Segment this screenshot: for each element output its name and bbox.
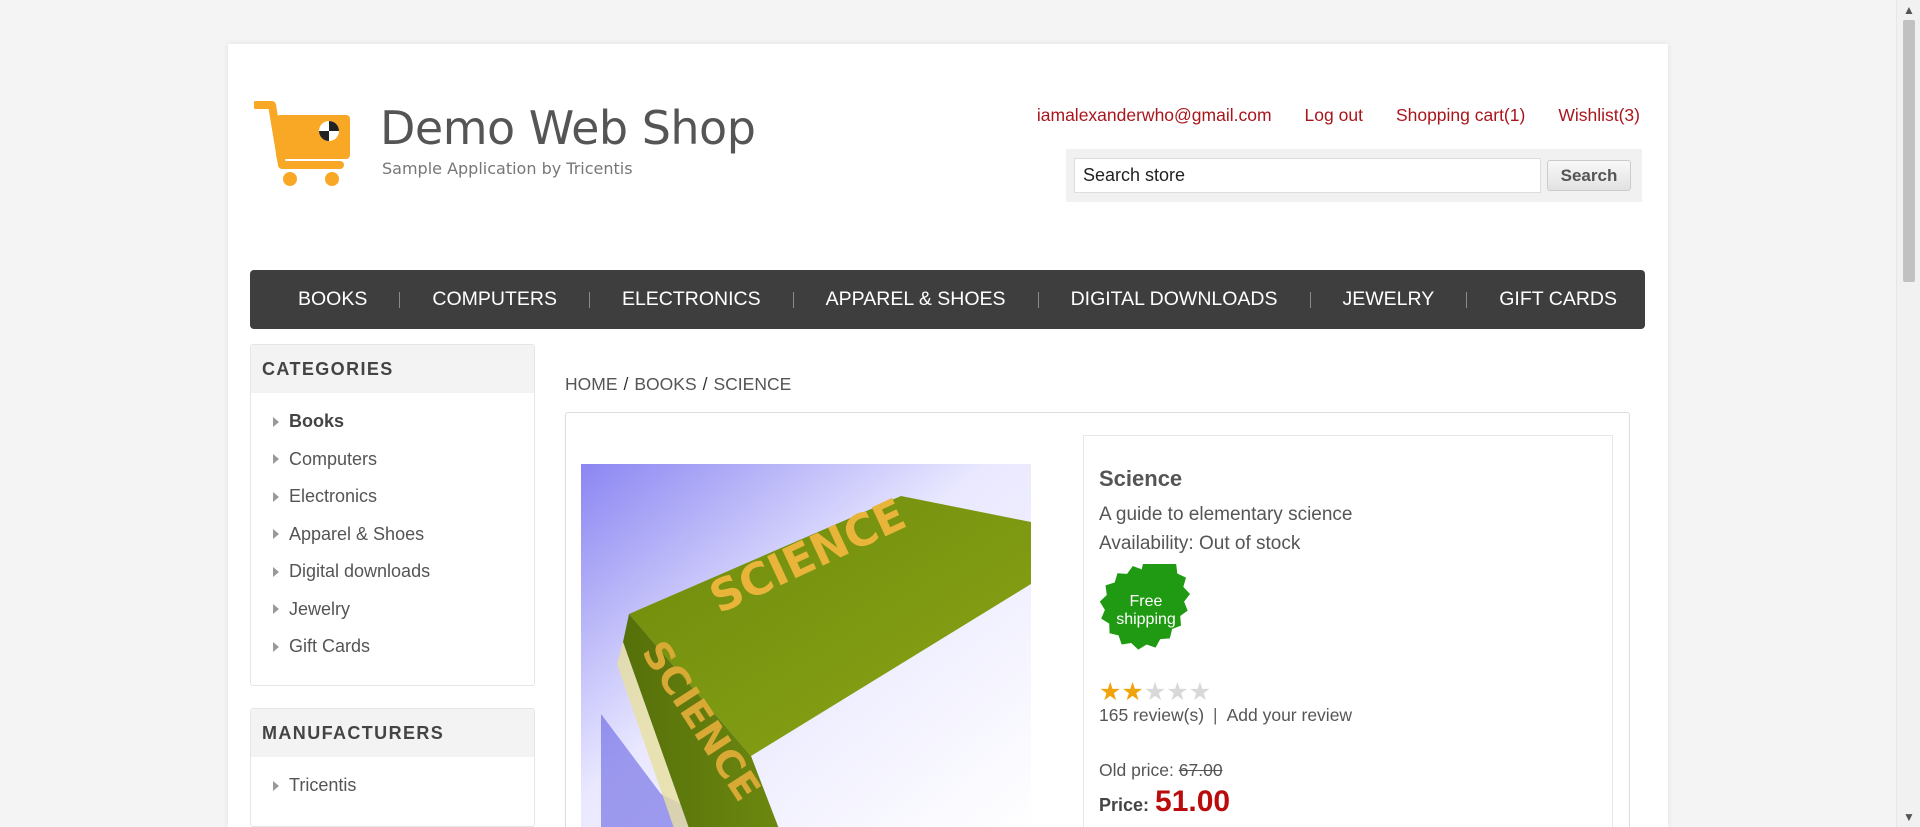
old-price-value: 67.00 — [1178, 760, 1223, 780]
menu-item-digital-downloads[interactable]: DIGITAL DOWNLOADS — [1049, 288, 1300, 311]
reviews-count-link[interactable]: 165 review(s) — [1099, 705, 1204, 726]
logo-subtitle: Sample Application by Tricentis — [382, 159, 633, 178]
shopping-cart-logo-icon — [254, 101, 350, 186]
breadcrumb-books[interactable]: BOOKS — [634, 374, 696, 395]
product-short-description: A guide to elementary science — [1099, 504, 1353, 525]
category-item-jewelry[interactable]: Jewelry — [251, 591, 534, 629]
old-price-label: Old price: — [1099, 760, 1174, 780]
review-links: 165 review(s) | Add your review — [1099, 705, 1597, 726]
menu-item-books[interactable]: BOOKS — [276, 288, 389, 311]
category-item-gift-cards[interactable]: Gift Cards — [251, 628, 534, 666]
menu-item-electronics[interactable]: ELECTRONICS — [600, 288, 783, 311]
logout-link[interactable]: Log out — [1305, 105, 1363, 126]
product-image[interactable]: SCIENCE SCIENCE — [581, 464, 1031, 827]
triangle-right-icon — [273, 416, 279, 427]
triangle-right-icon — [273, 604, 279, 615]
category-item-computers[interactable]: Computers — [251, 441, 534, 479]
menu-divider — [1309, 291, 1311, 308]
triangle-right-icon — [273, 566, 279, 577]
wishlist-link[interactable]: Wishlist(3) — [1558, 105, 1640, 126]
triangle-right-icon — [273, 454, 279, 465]
category-item-digital-downloads[interactable]: Digital downloads — [251, 553, 534, 591]
categories-block: CATEGORIES Books Computers Electronics A… — [250, 344, 535, 686]
manufacturer-item-tricentis[interactable]: Tricentis — [251, 767, 534, 805]
review-separator: | — [1213, 705, 1218, 725]
page-container: Demo Web Shop Sample Application by Tric… — [228, 44, 1668, 827]
free-shipping-badge: Free shipping — [1099, 551, 1193, 658]
breadcrumb-separator: / — [702, 374, 708, 394]
manufacturers-title: MANUFACTURERS — [251, 709, 534, 757]
menu-item-apparel-shoes[interactable]: APPAREL & SHOES — [804, 288, 1028, 311]
triangle-right-icon — [273, 491, 279, 502]
old-price: Old price: 67.00 — [1099, 760, 1597, 781]
page-scrollbar[interactable]: ▲ ▼ — [1896, 0, 1920, 827]
account-link[interactable]: iamalexanderwho@gmail.com — [1037, 105, 1272, 126]
site-logo[interactable]: Demo Web Shop Sample Application by Tric… — [254, 101, 756, 187]
product-overview: Science A guide to elementary science Av… — [1083, 435, 1613, 827]
search-box: Search — [1066, 149, 1642, 202]
scroll-down-arrow-icon[interactable]: ▼ — [1897, 807, 1920, 827]
breadcrumb-separator: / — [623, 374, 629, 394]
category-item-electronics[interactable]: Electronics — [251, 478, 534, 516]
product-price: Price: 51.00 — [1099, 785, 1597, 819]
menu-divider — [588, 291, 590, 308]
scroll-up-arrow-icon[interactable]: ▲ — [1897, 0, 1920, 20]
star-filled-icon: ★ — [1121, 678, 1144, 706]
triangle-right-icon — [273, 641, 279, 652]
scrollbar-thumb[interactable] — [1903, 20, 1915, 282]
top-menu: BOOKS COMPUTERS ELECTRONICS APPAREL & SH… — [250, 270, 1645, 329]
free-shipping-label: Free shipping — [1116, 593, 1176, 628]
product-rating: ★ ★ ★ ★ ★ — [1099, 678, 1597, 706]
menu-divider — [1037, 291, 1039, 308]
menu-item-gift-cards[interactable]: GIFT CARDS — [1477, 288, 1639, 311]
breadcrumb: HOME / BOOKS / SCIENCE — [565, 374, 791, 395]
add-review-link[interactable]: Add your review — [1227, 705, 1352, 726]
product-name: Science — [1099, 466, 1183, 491]
category-item-apparel-shoes[interactable]: Apparel & Shoes — [251, 516, 534, 554]
menu-divider — [792, 291, 794, 308]
price-label: Price: — [1099, 795, 1150, 815]
manufacturers-block: MANUFACTURERS Tricentis — [250, 708, 535, 827]
price-value: 51.00 — [1155, 785, 1231, 818]
header-links: iamalexanderwho@gmail.com Log out Shoppi… — [1037, 105, 1640, 126]
search-button[interactable]: Search — [1547, 160, 1631, 191]
shopping-cart-link[interactable]: Shopping cart(1) — [1396, 105, 1525, 126]
breadcrumb-home[interactable]: HOME — [565, 374, 618, 395]
star-filled-icon: ★ — [1099, 678, 1122, 706]
breadcrumb-current: SCIENCE — [713, 374, 792, 394]
product-availability: Availability: Out of stock — [1099, 533, 1301, 554]
triangle-right-icon — [273, 529, 279, 540]
menu-divider — [1466, 291, 1468, 308]
star-empty-icon: ★ — [1166, 678, 1189, 706]
categories-title: CATEGORIES — [251, 345, 534, 393]
menu-item-computers[interactable]: COMPUTERS — [410, 288, 579, 311]
category-item-books[interactable]: Books — [251, 403, 534, 441]
menu-item-jewelry[interactable]: JEWELRY — [1321, 288, 1457, 311]
triangle-right-icon — [273, 780, 279, 791]
star-empty-icon: ★ — [1188, 678, 1212, 706]
star-empty-icon: ★ — [1143, 678, 1167, 706]
search-input[interactable] — [1074, 158, 1541, 193]
logo-title: Demo Web Shop — [380, 101, 756, 155]
product-details: SCIENCE SCIENCE Science A guide to eleme… — [565, 412, 1630, 827]
menu-divider — [399, 291, 401, 308]
